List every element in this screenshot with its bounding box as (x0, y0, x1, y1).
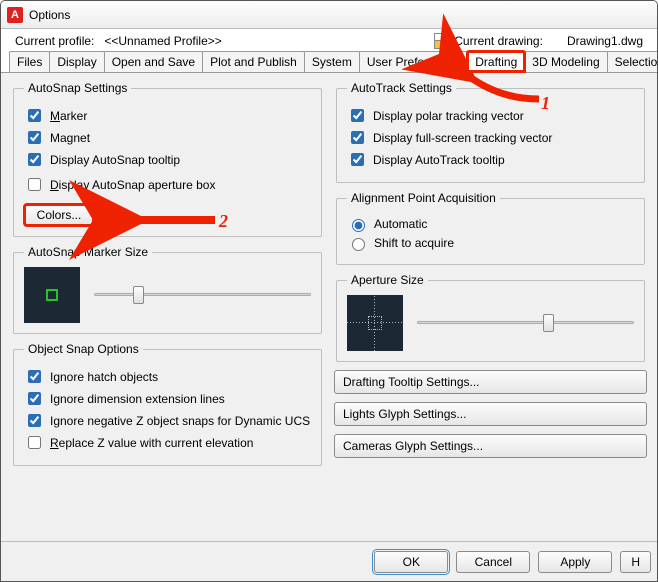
tab-open-save[interactable]: Open and Save (104, 51, 203, 72)
tab-drafting[interactable]: Drafting (467, 51, 525, 72)
chk-magnet-box[interactable] (28, 131, 41, 144)
chk-as-aperture-box[interactable] (28, 178, 41, 191)
colors-button[interactable]: Colors... (24, 204, 94, 226)
chk-as-aperture[interactable]: Display AutoSnap aperture box (24, 175, 311, 194)
profile-bar: Current profile: <<Unnamed Profile>> Cur… (1, 29, 657, 51)
left-column: AutoSnap Settings Marker Magnet Display … (11, 81, 324, 533)
apply-button[interactable]: Apply (538, 551, 612, 573)
options-window: A Options Current profile: <<Unnamed Pro… (0, 0, 658, 582)
aperture-legend: Aperture Size (347, 273, 428, 287)
chk-marker[interactable]: Marker (24, 106, 311, 125)
titlebar: A Options (1, 1, 657, 29)
osnap-group: Object Snap Options Ignore hatch objects… (13, 342, 322, 466)
chk-magnet[interactable]: Magnet (24, 128, 311, 147)
radio-auto[interactable]: Automatic (347, 216, 634, 232)
chk-negz-box[interactable] (28, 414, 41, 427)
drawing-icon (434, 33, 448, 49)
cameras-glyph-button[interactable]: Cameras Glyph Settings... (334, 434, 647, 458)
tab-3d-modeling[interactable]: 3D Modeling (524, 51, 607, 72)
autosnap-legend: AutoSnap Settings (24, 81, 131, 95)
chk-replz[interactable]: Replace Z value with current elevation (24, 433, 311, 452)
chk-polar[interactable]: Display polar tracking vector (347, 106, 634, 125)
tab-user-pref[interactable]: User Preferences (359, 51, 468, 72)
chk-at-tooltip-box[interactable] (351, 153, 364, 166)
chk-at-tooltip[interactable]: Display AutoTrack tooltip (347, 150, 634, 169)
chk-fullscreen[interactable]: Display full-screen tracking vector (347, 128, 634, 147)
right-column: AutoTrack Settings Display polar trackin… (334, 81, 647, 533)
chk-replz-box[interactable] (28, 436, 41, 449)
chk-as-tooltip-box[interactable] (28, 153, 41, 166)
alignment-group: Alignment Point Acquisition Automatic Sh… (336, 191, 645, 265)
marker-preview (24, 267, 80, 323)
chk-dim[interactable]: Ignore dimension extension lines (24, 389, 311, 408)
tab-body: AutoSnap Settings Marker Magnet Display … (1, 73, 657, 541)
lights-glyph-button[interactable]: Lights Glyph Settings... (334, 402, 647, 426)
autotrack-legend: AutoTrack Settings (347, 81, 456, 95)
radio-shift[interactable]: Shift to acquire (347, 235, 634, 251)
profile-value: <<Unnamed Profile>> (104, 34, 221, 48)
dialog-footer: OK Cancel Apply H (1, 541, 657, 581)
window-title: Options (29, 8, 70, 22)
cancel-button[interactable]: Cancel (456, 551, 530, 573)
radio-auto-input[interactable] (352, 219, 365, 232)
tab-plot[interactable]: Plot and Publish (202, 51, 305, 72)
ok-button[interactable]: OK (374, 551, 448, 573)
autosnap-group: AutoSnap Settings Marker Magnet Display … (13, 81, 322, 237)
tab-system[interactable]: System (304, 51, 360, 72)
tab-display[interactable]: Display (49, 51, 104, 72)
help-button[interactable]: H (620, 551, 651, 573)
autotrack-group: AutoTrack Settings Display polar trackin… (336, 81, 645, 183)
alignment-legend: Alignment Point Acquisition (347, 191, 500, 205)
drawing-value: Drawing1.dwg (567, 34, 643, 48)
chk-as-tooltip[interactable]: Display AutoSnap tooltip (24, 150, 311, 169)
chk-polar-box[interactable] (351, 109, 364, 122)
marker-size-group: AutoSnap Marker Size (13, 245, 322, 334)
chk-marker-box[interactable] (28, 109, 41, 122)
radio-shift-input[interactable] (352, 238, 365, 251)
tab-selection[interactable]: Selection (607, 51, 658, 72)
marker-size-slider[interactable] (94, 284, 311, 306)
drafting-tooltip-button[interactable]: Drafting Tooltip Settings... (334, 370, 647, 394)
aperture-slider[interactable] (417, 312, 634, 334)
profile-label: Current profile: (15, 34, 94, 48)
tab-files[interactable]: Files (9, 51, 50, 72)
marker-size-legend: AutoSnap Marker Size (24, 245, 152, 259)
chk-negz[interactable]: Ignore negative Z object snaps for Dynam… (24, 411, 311, 430)
aperture-group: Aperture Size (336, 273, 645, 362)
aperture-preview (347, 295, 403, 351)
app-icon: A (7, 7, 23, 23)
chk-fullscreen-box[interactable] (351, 131, 364, 144)
chk-hatch[interactable]: Ignore hatch objects (24, 367, 311, 386)
chk-dim-box[interactable] (28, 392, 41, 405)
tab-strip: Files Display Open and Save Plot and Pub… (1, 51, 657, 73)
osnap-legend: Object Snap Options (24, 342, 143, 356)
drawing-label: Current drawing: (454, 34, 543, 48)
chk-hatch-box[interactable] (28, 370, 41, 383)
